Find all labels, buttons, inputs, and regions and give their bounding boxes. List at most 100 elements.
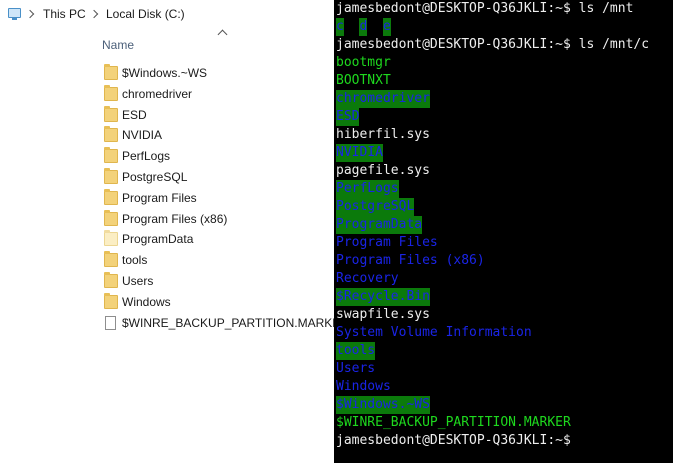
terminal-text: NVIDIA <box>336 144 383 162</box>
breadcrumb-this-pc[interactable]: This PC <box>43 7 86 21</box>
file-name: chromedriver <box>122 86 193 101</box>
terminal-text: pagefile.sys <box>336 163 430 178</box>
file-name: ESD <box>122 107 147 122</box>
file-name: $Windows.~WS <box>122 66 208 80</box>
terminal-output-line: Program Files (x86) <box>336 252 485 270</box>
folder-icon <box>104 126 118 143</box>
terminal-output-line: chromedriver <box>336 90 430 108</box>
terminal-text: Program Files <box>336 235 438 250</box>
terminal-text: c <box>336 18 344 36</box>
terminal-output-line: Recovery <box>336 270 399 288</box>
file-name: Windows <box>122 294 171 309</box>
file-name: $WINRE_BACKUP_PARTITION.MARKER <box>122 315 349 330</box>
terminal-output-line: pagefile.sys <box>336 162 430 180</box>
terminal-text: Program Files (x86) <box>336 253 485 268</box>
file-list-item[interactable]: PostgreSQL <box>102 167 334 187</box>
file-name: Program Files (x86) <box>122 211 228 226</box>
terminal-text: PostgreSQL <box>336 198 415 216</box>
terminal-output-line: ProgramData <box>336 216 423 234</box>
terminal-text: $WINRE_BACKUP_PARTITION.MARKER <box>336 415 571 430</box>
file-list-item[interactable]: NVIDIA <box>102 125 334 145</box>
folder-icon <box>104 209 118 226</box>
file-list-item[interactable]: chromedriver <box>102 84 334 104</box>
terminal-prompt-line: jamesbedont@DESKTOP-Q36JKLI:~$ <box>336 432 571 450</box>
folder-icon <box>104 230 118 247</box>
terminal-output-line: swapfile.sys <box>336 306 430 324</box>
terminal-output-line: BOOTNXT <box>336 72 391 90</box>
breadcrumb-local-disk[interactable]: Local Disk (C:) <box>106 7 185 21</box>
column-header-name[interactable]: Name <box>102 38 134 52</box>
file-name: tools <box>122 253 148 268</box>
folder-icon <box>104 272 118 288</box>
terminal-text: e <box>382 18 391 36</box>
folder-icon <box>104 188 118 205</box>
terminal-text: PerfLogs <box>336 180 399 198</box>
terminal-text: System Volume Information <box>336 325 532 340</box>
terminal-text: jamesbedont@DESKTOP-Q36JKLI:~$ <box>336 433 571 448</box>
terminal-text: Windows <box>336 379 391 394</box>
folder-icon <box>104 147 118 164</box>
terminal-text: BOOTNXT <box>336 73 391 88</box>
chevron-right-icon[interactable] <box>25 9 35 19</box>
terminal-output-line: $WINRE_BACKUP_PARTITION.MARKER <box>336 414 571 432</box>
terminal-text: hiberfil.sys <box>336 127 430 142</box>
terminal-output-line: $Windows.~WS <box>336 396 430 414</box>
folder-icon <box>104 292 118 309</box>
file-name: ProgramData <box>122 232 194 247</box>
terminal-window[interactable]: jamesbedont@DESKTOP-Q36JKLI:~$ ls /mnt c … <box>334 0 673 463</box>
file-name: Users <box>122 274 154 288</box>
file-list-item[interactable]: tools <box>102 250 334 270</box>
terminal-text: jamesbedont@DESKTOP-Q36JKLI:~$ ls /mnt/c <box>336 37 650 52</box>
terminal-output-line: Windows <box>336 378 391 396</box>
folder-icon <box>104 251 118 268</box>
chevron-right-icon[interactable] <box>89 9 99 19</box>
terminal-text: Users <box>336 361 376 376</box>
terminal-text: $Windows.~WS <box>336 396 430 414</box>
file-list-item[interactable]: Windows <box>102 292 334 312</box>
terminal-output-line: c d e <box>336 18 391 36</box>
terminal-text: tools <box>336 342 376 360</box>
terminal-text: jamesbedont@DESKTOP-Q36JKLI:~$ ls /mnt <box>336 1 634 16</box>
terminal-output-line: hiberfil.sys <box>336 126 430 144</box>
file-list-item[interactable]: Program Files <box>102 188 334 208</box>
file-name: Program Files <box>122 190 197 205</box>
terminal-output-line: ESD <box>336 108 360 126</box>
breadcrumb: This PC Local Disk (C:) <box>0 0 334 26</box>
this-pc-icon <box>8 8 21 20</box>
sort-ascending-icon <box>217 29 228 40</box>
terminal-text: swapfile.sys <box>336 307 430 322</box>
terminal-output-line: PerfLogs <box>336 180 399 198</box>
folder-icon <box>104 84 118 101</box>
terminal-output-line: $Recycle.Bin <box>336 288 430 306</box>
file-list-item[interactable]: ESD <box>102 105 334 125</box>
file-name: PerfLogs <box>122 149 171 164</box>
terminal-prompt-line: jamesbedont@DESKTOP-Q36JKLI:~$ ls /mnt/c <box>336 36 649 54</box>
terminal-text: Recovery <box>336 271 399 286</box>
terminal-output-line: Users <box>336 360 375 378</box>
folder-icon <box>104 168 118 184</box>
folder-icon <box>104 105 118 122</box>
terminal-output-line: NVIDIA <box>336 144 383 162</box>
terminal-output-line: bootmgr <box>336 54 391 72</box>
file-icon <box>105 315 116 330</box>
terminal-text: chromedriver <box>336 90 430 108</box>
terminal-output-line: System Volume Information <box>336 324 532 342</box>
terminal-text: bootmgr <box>336 55 391 70</box>
terminal-output-line: PostgreSQL <box>336 198 415 216</box>
terminal-output-line: Program Files <box>336 234 438 252</box>
terminal-text: d <box>359 18 368 36</box>
file-list-item[interactable]: Program Files (x86) <box>102 209 334 229</box>
file-list-item[interactable]: Users <box>102 271 334 291</box>
terminal-text: $Recycle.Bin <box>336 288 430 306</box>
file-list-item[interactable]: PerfLogs <box>102 146 334 166</box>
terminal-prompt-line: jamesbedont@DESKTOP-Q36JKLI:~$ ls /mnt <box>336 0 633 18</box>
terminal-text: ESD <box>336 108 360 126</box>
file-explorer: This PC Local Disk (C:) Name $Windows.~W… <box>0 0 349 463</box>
terminal-text: ProgramData <box>336 216 423 234</box>
file-list-item[interactable]: $WINRE_BACKUP_PARTITION.MARKER <box>102 313 349 333</box>
terminal-output-line: tools <box>336 342 376 360</box>
file-list-item[interactable]: ProgramData <box>102 229 334 249</box>
file-list-item[interactable]: $Windows.~WS <box>102 63 334 83</box>
